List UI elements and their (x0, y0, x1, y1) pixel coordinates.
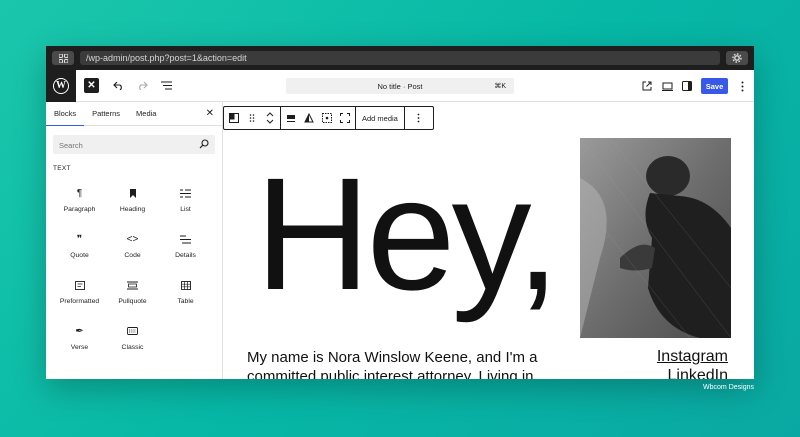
grid-icon[interactable] (52, 51, 74, 65)
toolbar-right: Save (641, 78, 748, 94)
url-field[interactable]: /wp-admin/post.php?post=1&action=edit (80, 51, 720, 65)
bio-line: My name is Nora Winslow Keene, and I'm a (247, 349, 538, 366)
command-palette-bar[interactable]: No title · Post ⌘K (286, 78, 514, 94)
address-bar: /wp-admin/post.php?post=1&action=edit (46, 46, 754, 70)
classic-icon (127, 324, 138, 338)
device-preview-icon[interactable] (661, 80, 673, 92)
inserter-tabs: Blocks Patterns Media ✕ (46, 102, 222, 126)
block-toolbar-group: Add media (356, 107, 405, 129)
editor-canvas: Add media Hey, My name is Nora Winslow K… (223, 102, 754, 379)
undo-icon[interactable] (109, 77, 127, 95)
instagram-link[interactable]: Instagram (657, 348, 728, 366)
section-title: TEXT (53, 165, 71, 172)
block-search (53, 135, 215, 155)
focal-point-icon[interactable] (321, 112, 333, 124)
add-media-button[interactable]: Add media (360, 114, 400, 123)
block-grid: ¶ Paragraph Heading List ❞ Quote <> Code… (53, 186, 222, 353)
tab-patterns[interactable]: Patterns (84, 102, 128, 126)
save-button[interactable]: Save (701, 78, 728, 94)
linkedin-link[interactable]: LinkedIn (668, 367, 729, 379)
block-list[interactable]: List (159, 186, 212, 215)
block-label: Quote (70, 252, 89, 259)
bio-text[interactable]: My name is Nora Winslow Keene, and I'm a… (247, 348, 547, 379)
document-overview-icon[interactable] (157, 77, 175, 95)
quote-icon: ❞ (76, 233, 83, 245)
block-quote[interactable]: ❞ Quote (53, 232, 106, 261)
block-label: Preformatted (59, 298, 100, 305)
browser-window: /wp-admin/post.php?post=1&action=edit W … (46, 46, 754, 379)
close-inserter-button[interactable]: ✕ (84, 78, 99, 93)
external-link-icon[interactable] (641, 80, 653, 92)
block-toolbar-group (405, 107, 433, 129)
block-table[interactable]: Table (159, 278, 212, 307)
drag-handle-icon[interactable] (246, 112, 258, 124)
block-type-icon[interactable] (228, 112, 240, 124)
block-code[interactable]: <> Code (106, 232, 159, 261)
block-classic[interactable]: Classic (106, 324, 159, 353)
gear-icon[interactable] (726, 51, 748, 65)
search-input[interactable] (53, 136, 215, 155)
block-inserter-sidebar: Blocks Patterns Media ✕ TEXT ¶ Paragraph (46, 102, 223, 379)
block-label: Classic (121, 344, 144, 351)
block-label: List (180, 206, 191, 213)
hero-heading[interactable]: Hey, (255, 154, 560, 314)
block-label: Table (177, 298, 194, 305)
block-preformatted[interactable]: Preformatted (53, 278, 106, 307)
document-title: No title · Post (377, 81, 423, 91)
duotone-icon[interactable] (303, 112, 315, 124)
block-details[interactable]: Details (159, 232, 212, 261)
table-icon (180, 278, 191, 292)
tab-media[interactable]: Media (128, 102, 164, 126)
verse-icon: ✒ (75, 325, 84, 337)
pullquote-icon (127, 278, 138, 292)
block-pullquote[interactable]: Pullquote (106, 278, 159, 307)
heading-icon (129, 186, 137, 200)
block-toolbar-group (224, 107, 281, 129)
wordpress-logo-button[interactable]: W (46, 69, 76, 102)
align-icon[interactable] (285, 112, 297, 124)
block-verse[interactable]: ✒ Verse (53, 324, 106, 353)
search-icon (199, 139, 209, 149)
wordpress-icon: W (53, 77, 69, 94)
block-paragraph[interactable]: ¶ Paragraph (53, 186, 106, 215)
block-label: Verse (70, 344, 89, 351)
close-icon[interactable]: ✕ (206, 108, 214, 119)
code-icon: <> (126, 233, 139, 245)
editor-main: Blocks Patterns Media ✕ TEXT ¶ Paragraph (46, 102, 754, 379)
command-shortcut: ⌘K (494, 83, 506, 90)
block-toolbar-group (281, 107, 356, 129)
block-label: Code (124, 252, 141, 259)
fullscreen-icon[interactable] (339, 112, 351, 124)
block-toolbar: Add media (223, 106, 434, 130)
block-label: Paragraph (63, 206, 96, 213)
list-icon (180, 186, 191, 200)
watermark: Wbcom Designs (703, 384, 754, 391)
preformatted-icon (74, 278, 85, 292)
options-menu-icon[interactable] (736, 80, 748, 92)
move-up-down-icon[interactable] (264, 112, 276, 124)
block-label: Pullquote (118, 298, 147, 305)
settings-sidebar-icon[interactable] (681, 80, 693, 92)
paragraph-icon: ¶ (76, 187, 83, 199)
bio-line: committed public interest attorney. Livi… (247, 368, 534, 379)
editor-toolbar: W ✕ No title · Post ⌘K Save (46, 69, 754, 102)
details-icon (180, 232, 191, 246)
more-options-icon[interactable] (413, 112, 425, 124)
tab-blocks[interactable]: Blocks (46, 102, 85, 126)
portrait-photo[interactable] (580, 138, 731, 338)
block-heading[interactable]: Heading (106, 186, 159, 215)
block-label: Heading (119, 206, 146, 213)
block-label: Details (175, 252, 196, 259)
redo-icon[interactable] (133, 77, 151, 95)
